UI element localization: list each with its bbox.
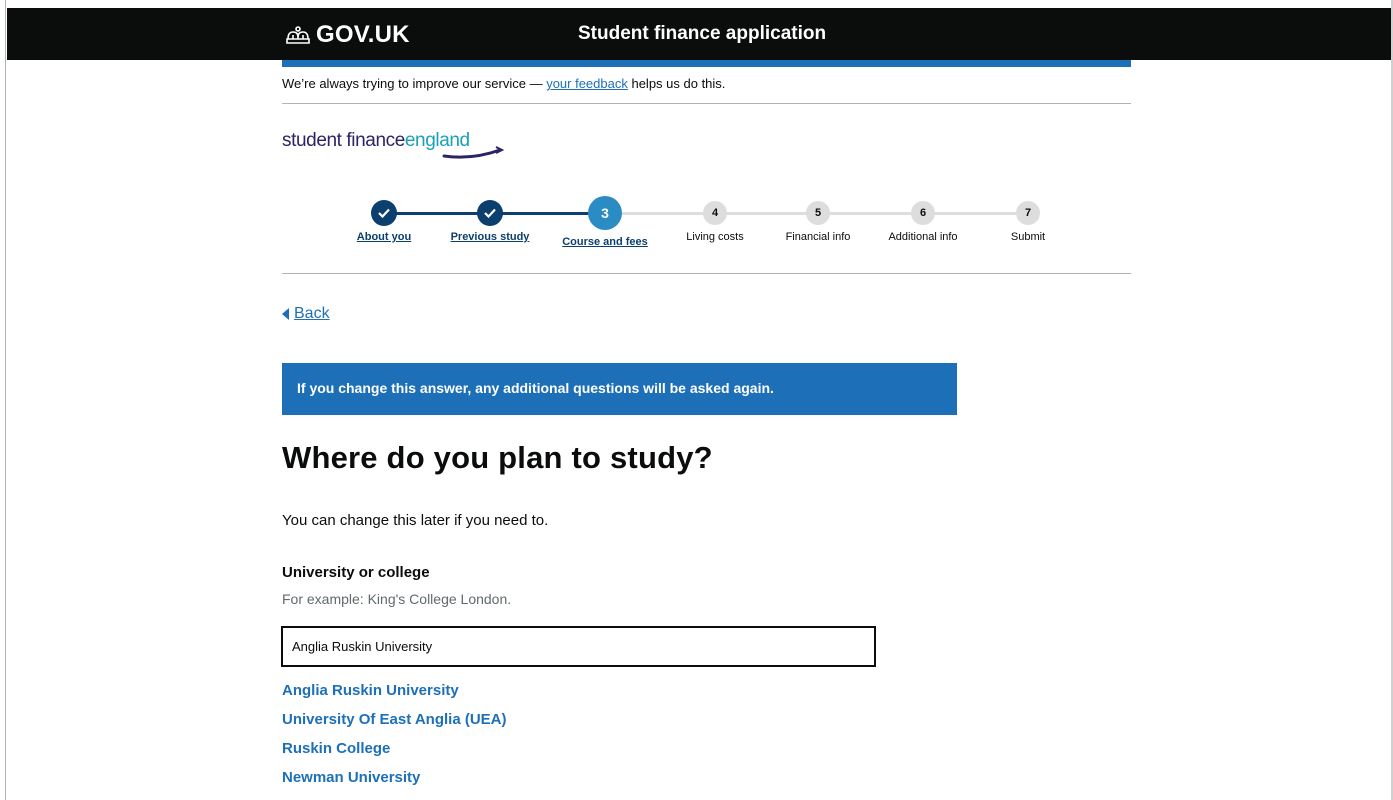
service-name-link[interactable]: Student finance application	[578, 23, 826, 45]
suggestion-item[interactable]: Anglia Ruskin University	[282, 682, 507, 711]
step-living-costs: Living costs	[686, 231, 744, 243]
step-5-number: 5	[814, 207, 822, 219]
govuk-wordmark: GOV.UK	[316, 21, 410, 48]
step-3-number: 3	[601, 205, 609, 221]
step-submit: Submit	[1010, 231, 1046, 243]
back-label: Back	[294, 305, 330, 322]
back-link[interactable]: Back	[282, 305, 330, 323]
step-connector	[384, 212, 490, 215]
govuk-header: GOV.UK Student finance application	[7, 8, 1391, 60]
suggestion-list: Anglia Ruskin University University Of E…	[282, 682, 507, 798]
step-5-circle: 5	[806, 201, 830, 225]
feedback-link[interactable]: your feedback	[546, 76, 628, 91]
page-hint: You can change this later if you need to…	[282, 512, 549, 529]
suggestion-item[interactable]: University Of East Anglia (UEA)	[282, 711, 507, 740]
step-additional-info: Additional info	[888, 231, 958, 243]
step-previous-study[interactable]: Previous study	[451, 231, 530, 243]
step-6-circle: 6	[911, 201, 935, 225]
brand-part-1: student finance	[282, 130, 405, 151]
page-title: Where do you plan to study?	[282, 440, 713, 475]
progress-stepper: About you Previous study 3 Course and fe…	[282, 190, 1131, 274]
window-left-edge	[0, 0, 6, 800]
university-field-label: University or college	[282, 564, 430, 581]
university-search-input[interactable]	[281, 626, 876, 667]
university-field-hint: For example: King's College London.	[282, 591, 512, 607]
crown-icon	[286, 26, 310, 44]
header-blue-bar	[282, 60, 1131, 67]
step-4-number: 4	[711, 207, 719, 219]
feedback-suffix: helps us do this.	[627, 76, 726, 91]
suggestion-item[interactable]: Newman University	[282, 769, 507, 798]
step-7-number: 7	[1024, 207, 1032, 219]
back-arrow-icon	[282, 308, 289, 320]
feedback-prefix: We’re always trying to improve our servi…	[282, 76, 547, 91]
step-course-and-fees[interactable]: Course and fees	[562, 236, 648, 248]
suggestion-item[interactable]: Ruskin College	[282, 740, 507, 769]
step-4-circle: 4	[703, 201, 727, 225]
step-1-complete-icon	[371, 200, 397, 226]
brand-swoosh-icon	[442, 146, 504, 159]
feedback-banner: We’re always trying to improve our servi…	[282, 76, 1131, 104]
warning-banner-text: If you change this answer, any additiona…	[297, 380, 774, 396]
step-2-complete-icon	[477, 200, 503, 226]
step-7-circle: 7	[1016, 201, 1040, 225]
step-financial-info: Financial info	[785, 231, 851, 243]
step-6-number: 6	[919, 207, 927, 219]
student-finance-england-logo: student financeengland	[282, 130, 512, 164]
govuk-logo-link[interactable]: GOV.UK	[284, 21, 410, 48]
warning-banner: If you change this answer, any additiona…	[282, 363, 957, 415]
step-3-current: 3	[588, 196, 622, 230]
step-about-you[interactable]: About you	[357, 231, 411, 243]
